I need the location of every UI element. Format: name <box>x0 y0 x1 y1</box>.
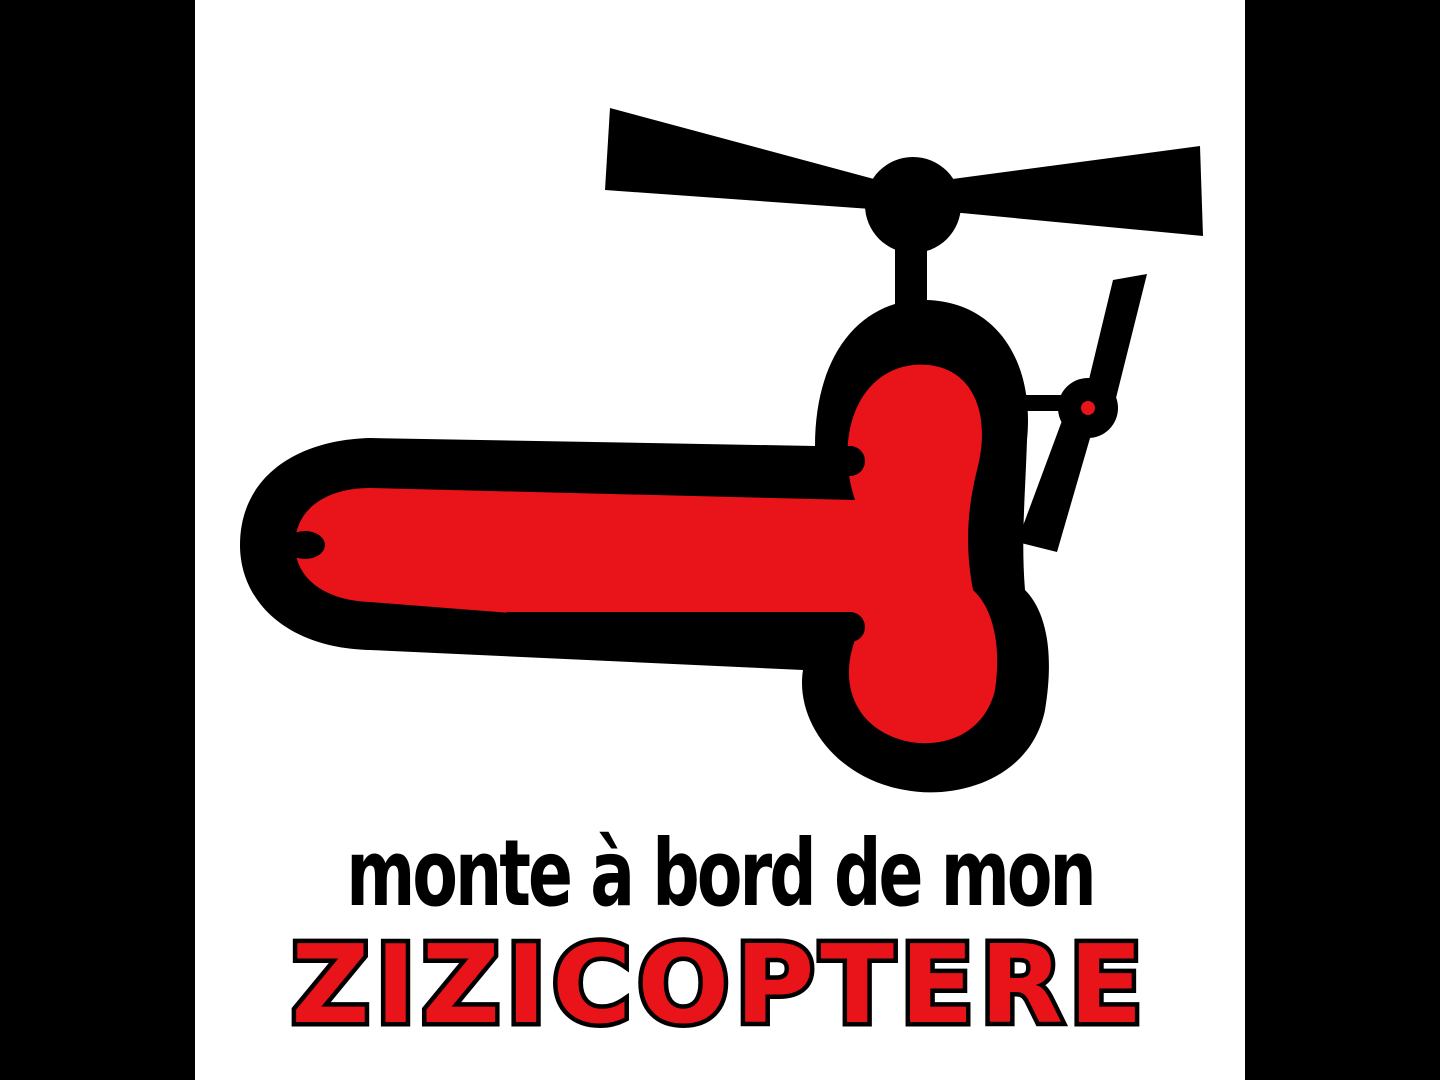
brand-title: ZIZICOPTERE <box>287 923 1149 1048</box>
zizicoptere-figure <box>240 299 1049 793</box>
tagline-text: monte à bord de mon <box>346 820 1096 927</box>
poster-panel: monte à bord de mon ZIZICOPTERE <box>195 0 1245 1080</box>
zizicoptere-illustration <box>240 108 1203 793</box>
screen: monte à bord de mon ZIZICOPTERE <box>0 0 1440 1080</box>
